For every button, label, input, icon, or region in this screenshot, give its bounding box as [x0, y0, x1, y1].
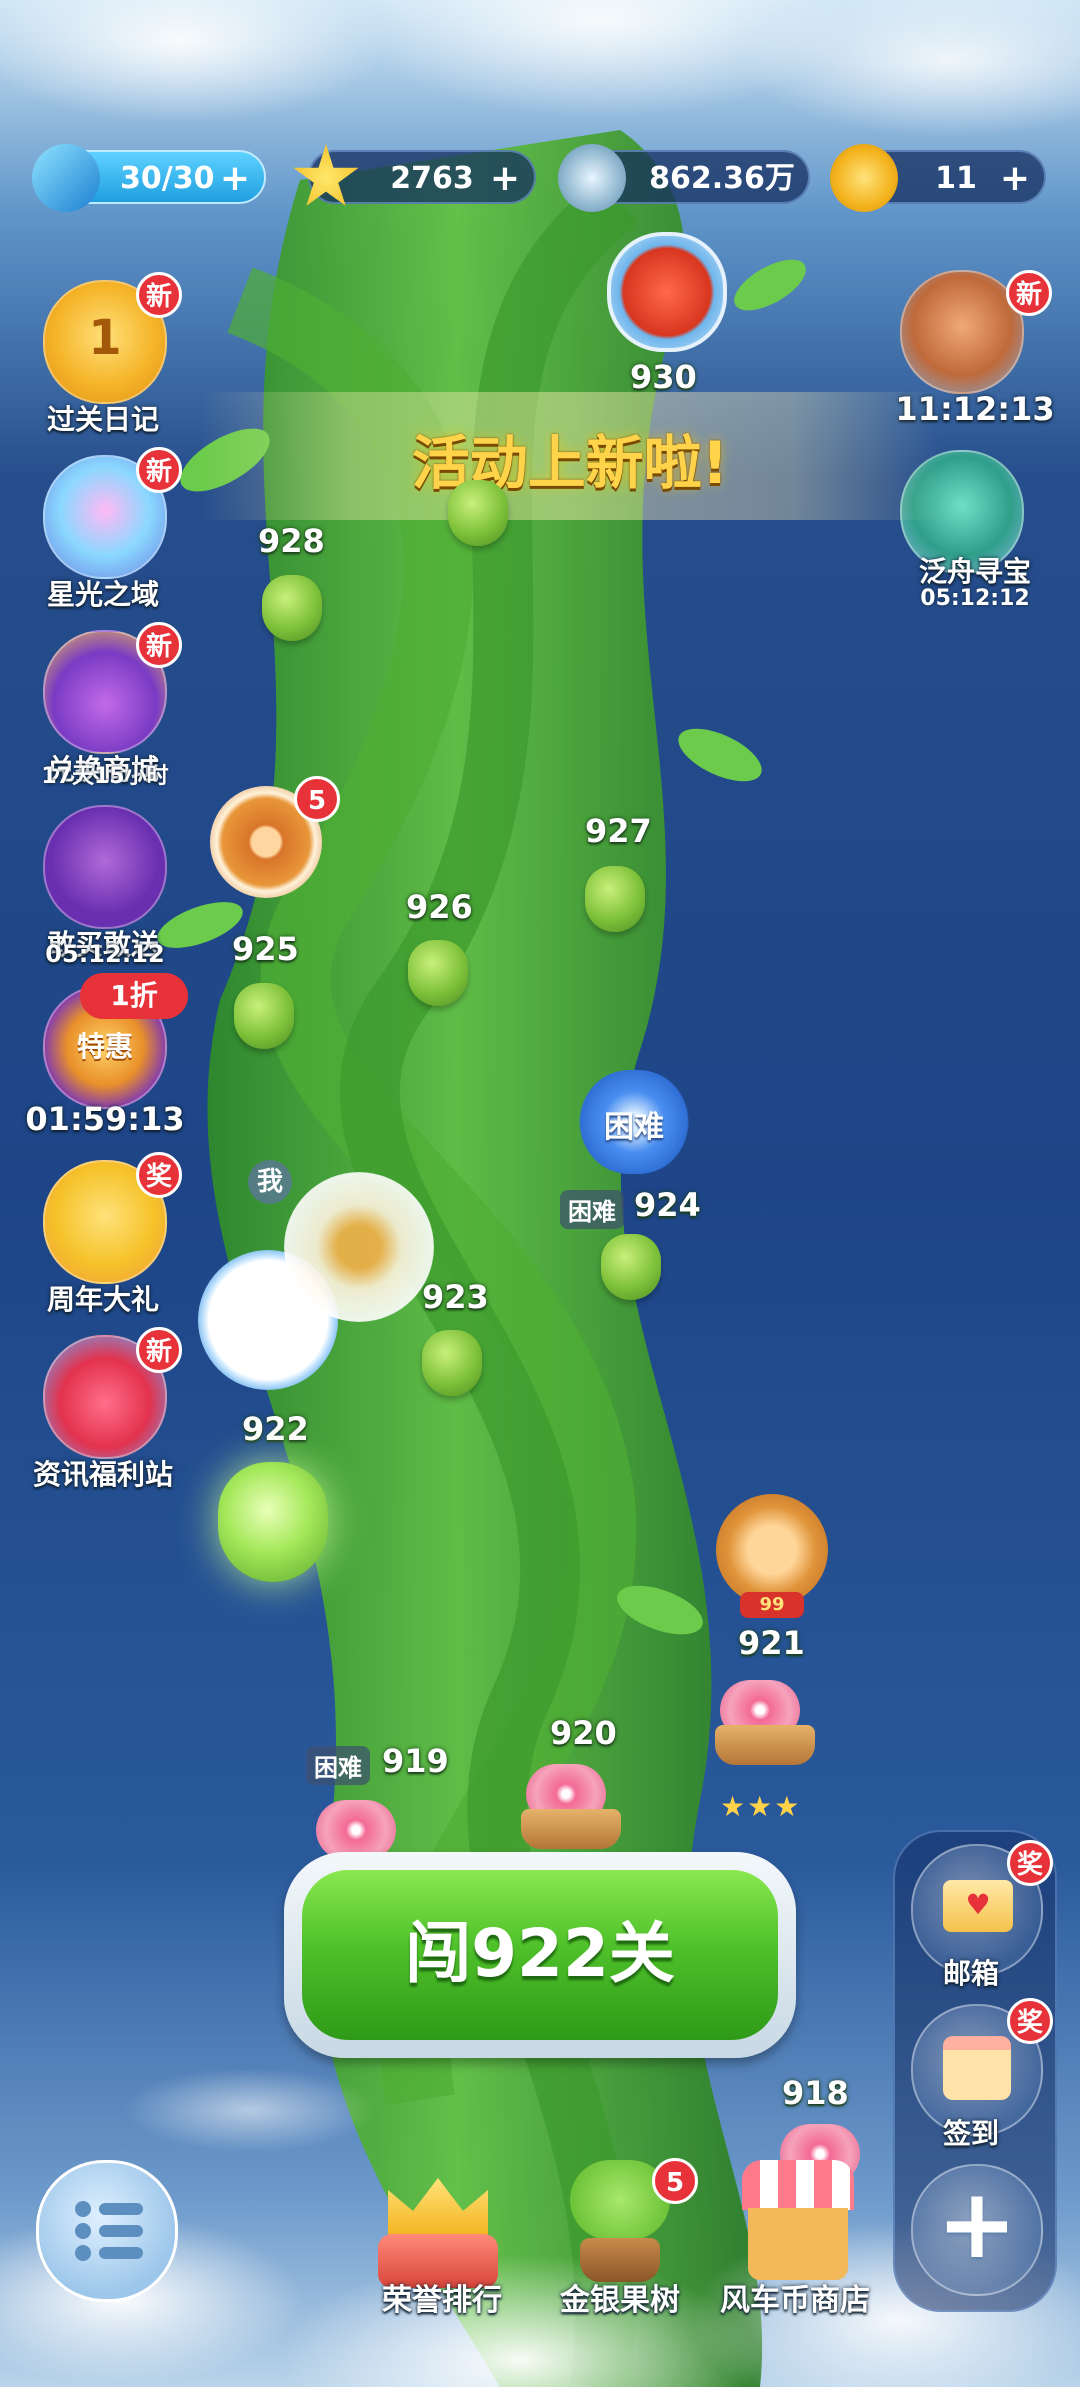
- star-counter[interactable]: 2763 +: [293, 144, 536, 206]
- level-920[interactable]: 920: [550, 1714, 617, 1752]
- mailbox-label: 邮箱: [943, 1957, 1000, 1990]
- me-tag: 我: [248, 1160, 292, 1204]
- crab-boss-icon[interactable]: [607, 232, 727, 352]
- add-gold-button[interactable]: +: [1000, 152, 1030, 206]
- honor-ranking-label: 荣誉排行: [382, 2283, 502, 2318]
- checkin-reward-badge: 奖: [1007, 1998, 1053, 2044]
- event-banner[interactable]: 活动上新啦!: [200, 392, 940, 520]
- hard-flower-icon: 困难: [578, 1070, 690, 1174]
- lightning-icon: [32, 144, 100, 212]
- pod-924[interactable]: [601, 1234, 661, 1300]
- exchange-shop-timer: 17天15小时: [41, 764, 169, 789]
- menu-button[interactable]: [36, 2160, 178, 2302]
- anniversary-gift-button[interactable]: 奖 周年大礼: [28, 1152, 182, 1316]
- list-icon: [75, 2201, 143, 2261]
- news-welfare-button[interactable]: 新 资讯福利站: [28, 1327, 182, 1491]
- pod-unnumbered[interactable]: [448, 480, 508, 546]
- flower-basket-920[interactable]: [516, 1764, 626, 1854]
- new-badge: 新: [136, 1327, 182, 1373]
- calendar-icon: [943, 2036, 1011, 2100]
- buy-and-send-button[interactable]: 敢买敢送: [28, 805, 178, 961]
- special-offer-timer: 01:59:13: [25, 1100, 185, 1138]
- chick-thought-bubble: [284, 1172, 434, 1322]
- new-badge: 新: [136, 447, 182, 493]
- level-918[interactable]: 918: [782, 2074, 849, 2112]
- level-922[interactable]: 922: [242, 1410, 309, 1448]
- new-badge: 新: [136, 622, 182, 668]
- pod-925[interactable]: [234, 983, 294, 1049]
- pod-928[interactable]: [262, 575, 322, 641]
- level-919[interactable]: 919: [382, 1742, 449, 1780]
- level-927[interactable]: 927: [585, 812, 652, 850]
- mail-reward-badge: 奖: [1007, 1840, 1053, 1886]
- level-925[interactable]: 925: [232, 930, 299, 968]
- add-energy-button[interactable]: +: [220, 152, 250, 206]
- level-921[interactable]: 921: [738, 1624, 805, 1662]
- checkin-label: 签到: [943, 2117, 1000, 2150]
- lion-character-icon[interactable]: [716, 1494, 828, 1606]
- flower-basket-921[interactable]: [710, 1680, 820, 1770]
- hard-tag-919: 困难: [306, 1746, 370, 1785]
- envelope-icon: ♥: [943, 1880, 1013, 1932]
- level-diary-button[interactable]: 1 新 过关日记: [28, 272, 182, 436]
- discount-badge: 1折: [80, 973, 188, 1019]
- level-923[interactable]: 923: [422, 1278, 489, 1316]
- energy-counter[interactable]: 30/30 +: [32, 144, 266, 212]
- tree-badge: 5: [652, 2158, 698, 2204]
- play-level-button[interactable]: 闯922关: [284, 1852, 796, 2058]
- reward-badge: 奖: [136, 1152, 182, 1198]
- money-tree-label: 金银果树: [560, 2283, 680, 2318]
- honor-ranking-button[interactable]: [378, 2178, 498, 2288]
- current-level-pod[interactable]: [218, 1462, 328, 1582]
- hard-tag-924: 困难: [560, 1190, 624, 1229]
- silver-counter[interactable]: 862.36万: [558, 144, 810, 212]
- gold-coin-icon: [830, 144, 898, 212]
- three-stars-rating: ★★★: [720, 1790, 802, 1823]
- gold-coin-counter[interactable]: 11 +: [830, 144, 1046, 212]
- level-926[interactable]: 926: [406, 888, 473, 926]
- silver-coin-icon: [558, 144, 626, 212]
- add-stars-button[interactable]: +: [490, 152, 520, 206]
- right-quick-panel: ♥ 奖 邮箱 奖 签到 +: [893, 1830, 1057, 2312]
- starlight-domain-button[interactable]: 新 星光之域: [28, 447, 182, 611]
- new-badge: 新: [1006, 270, 1052, 316]
- lion-level-tag: 99: [740, 1592, 804, 1618]
- plus-icon: +: [936, 2168, 1018, 2280]
- pod-927[interactable]: [585, 866, 645, 932]
- pod-923[interactable]: [422, 1330, 482, 1396]
- new-badge: 新: [136, 272, 182, 318]
- windmill-shop-label: 风车币商店: [720, 2283, 870, 2318]
- more-button[interactable]: +: [911, 2164, 1043, 2296]
- windmill-shop-button[interactable]: [736, 2160, 860, 2290]
- crown-icon: [388, 2178, 488, 2238]
- level-924[interactable]: 924: [634, 1186, 701, 1224]
- pod-926[interactable]: [408, 940, 468, 1006]
- shop-awning-icon: [742, 2160, 854, 2210]
- level-930[interactable]: 930: [630, 358, 697, 396]
- buy-and-send-timer: 05:12:12: [45, 940, 165, 968]
- level-928[interactable]: 928: [258, 522, 325, 560]
- wheel-badge: 5: [294, 776, 340, 822]
- coupon-icon: [43, 805, 167, 929]
